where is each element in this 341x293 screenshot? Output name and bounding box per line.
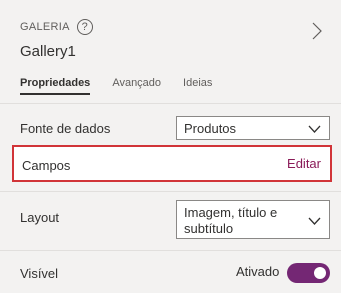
- chevron-right-icon[interactable]: [312, 22, 322, 40]
- layout-value-line1: Imagem, título e: [184, 205, 278, 220]
- divider: [0, 103, 341, 104]
- fields-row: Campos Editar: [12, 145, 332, 182]
- data-source-label: Fonte de dados: [20, 121, 111, 136]
- layout-dropdown[interactable]: Imagem, título e subtítulo: [176, 200, 330, 239]
- control-type-header: GALERIA ?: [20, 19, 93, 35]
- chevron-down-icon: [308, 125, 321, 133]
- data-source-dropdown[interactable]: Produtos: [176, 116, 330, 140]
- layout-value-line2: subtítulo: [184, 221, 234, 236]
- divider: [0, 191, 341, 192]
- divider: [0, 250, 341, 251]
- control-name[interactable]: Gallery1: [20, 43, 76, 60]
- fields-label: Campos: [22, 158, 71, 173]
- chevron-down-icon: [308, 217, 321, 225]
- layout-value: Imagem, título e subtítulo: [184, 205, 277, 237]
- layout-label: Layout: [20, 210, 60, 225]
- tab-properties[interactable]: Propriedades: [20, 77, 91, 95]
- tab-bar: Propriedades Avançado Ideias: [20, 77, 234, 95]
- data-source-value: Produtos: [184, 121, 237, 136]
- visible-toggle[interactable]: [287, 263, 330, 283]
- visible-label: Visível: [20, 266, 59, 281]
- control-type-label: GALERIA: [20, 21, 70, 33]
- toggle-knob: [314, 267, 326, 279]
- tab-ideas[interactable]: Ideias: [183, 77, 212, 95]
- visible-state-label: Ativado: [236, 264, 280, 279]
- properties-pane: GALERIA ? Gallery1 Propriedades Avançado…: [0, 0, 341, 293]
- tab-advanced[interactable]: Avançado: [112, 77, 161, 95]
- help-icon[interactable]: ?: [76, 19, 93, 35]
- edit-fields-link[interactable]: Editar: [287, 156, 321, 171]
